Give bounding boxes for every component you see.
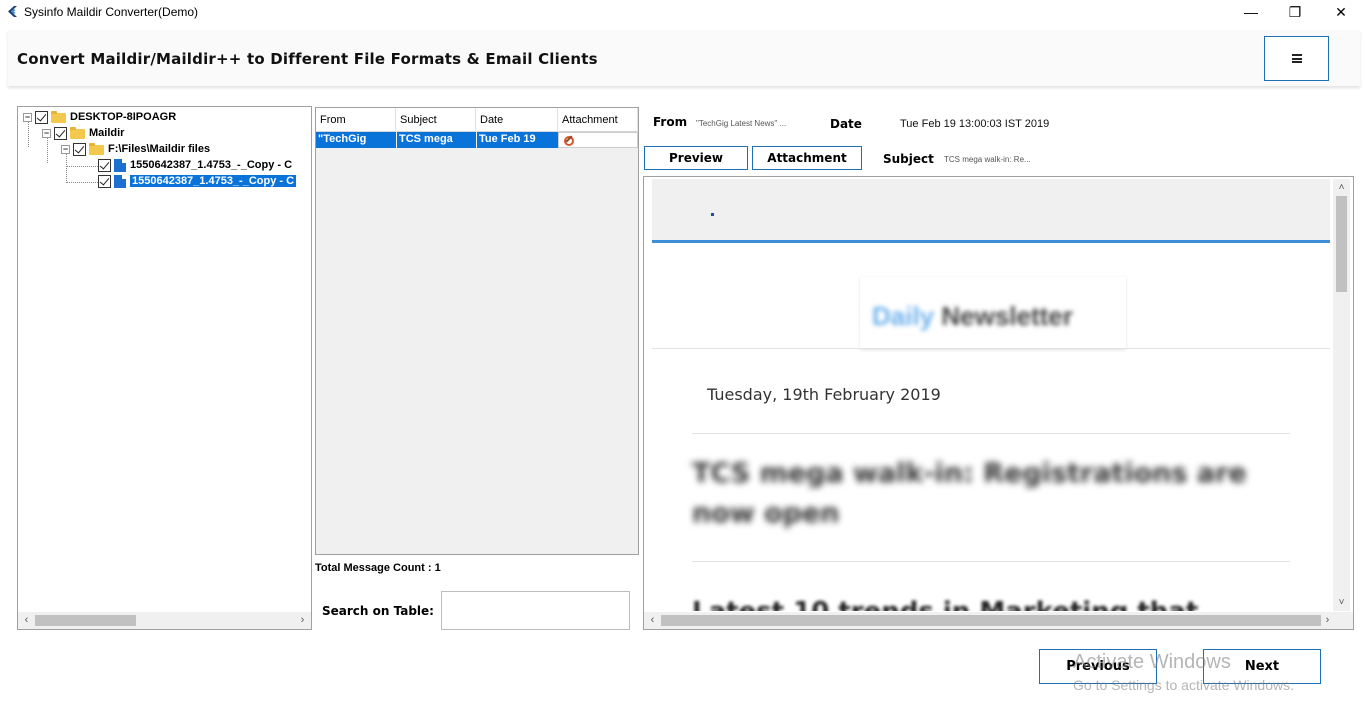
tree-node-maildir[interactable]: − Maildir	[42, 125, 124, 141]
tree-node-label: 1550642387_1.4753_-_Copy - C	[130, 159, 293, 171]
tree-node-label: Maildir	[89, 127, 125, 139]
header-band: Convert Maildir/Maildir++ to Different F…	[8, 30, 1360, 86]
search-input[interactable]	[441, 591, 630, 630]
preview-vertical-scrollbar[interactable]: ˄ ˅	[1333, 179, 1350, 611]
newsletter-headline[interactable]: TCS mega walk-in: Registrations are now …	[692, 454, 1272, 534]
minimize-button[interactable]: —	[1228, 0, 1274, 24]
tab-preview[interactable]: Preview	[644, 146, 748, 170]
table-row[interactable]: "TechGig TCS mega Tue Feb 19	[316, 132, 638, 148]
tree-checkbox[interactable]	[98, 174, 111, 188]
cell-attachment	[558, 132, 638, 148]
window-title: Sysinfo Maildir Converter(Demo)	[24, 5, 199, 19]
divider	[692, 561, 1290, 562]
tree-checkbox[interactable]	[35, 110, 48, 124]
column-header-from[interactable]: From	[316, 108, 396, 132]
close-button[interactable]: ✕	[1318, 0, 1364, 24]
date-value: Tue Feb 19 13:00:03 IST 2019	[900, 118, 1050, 130]
tree-checkbox[interactable]	[73, 142, 86, 156]
scroll-down-icon[interactable]: ˅	[1333, 594, 1350, 611]
tree-node-label: DESKTOP-8IPOAGR	[70, 111, 177, 123]
tree-checkbox[interactable]	[98, 158, 111, 172]
collapse-icon[interactable]: −	[42, 128, 51, 138]
scroll-thumb[interactable]	[1336, 196, 1347, 292]
tree-node-computer[interactable]: − DESKTOP-8IPOAGR	[23, 109, 176, 125]
folder-icon	[70, 127, 86, 139]
maximize-button[interactable]: ❐	[1272, 0, 1318, 24]
folder-tree[interactable]: − DESKTOP-8IPOAGR − Maildir − F:\Files\M…	[17, 106, 312, 630]
subject-label: Subject	[883, 152, 934, 166]
tree-checkbox[interactable]	[54, 126, 67, 140]
email-body: Daily Newsletter Tuesday, 19th February …	[652, 179, 1330, 611]
tree-node-mail-file[interactable]: 1550642387_1.4753_-_Copy - C	[98, 157, 292, 173]
cell-subject: TCS mega	[397, 132, 476, 148]
cell-date: Tue Feb 19	[477, 132, 558, 148]
page-title: Convert Maildir/Maildir++ to Different F…	[17, 50, 598, 68]
date-label: Date	[830, 117, 862, 131]
message-list-header: From Subject Date Attachment	[316, 108, 638, 132]
mail-file-icon	[114, 158, 126, 172]
scroll-thumb[interactable]	[35, 615, 136, 626]
attachment-icon	[564, 136, 574, 146]
scroll-right-icon[interactable]: ›	[1319, 612, 1336, 629]
menu-button[interactable]	[1264, 36, 1329, 81]
newsletter-logo: Daily Newsletter	[872, 301, 1073, 332]
tree-guide	[66, 166, 98, 167]
preview-horizontal-scrollbar[interactable]: ‹ ›	[644, 612, 1353, 629]
title-bar: Sysinfo Maildir Converter(Demo) — ❐ ✕	[0, 0, 1366, 24]
newsletter-article-title[interactable]: Latest 10 trends in Marketing that	[692, 597, 1198, 611]
column-header-subject[interactable]: Subject	[396, 108, 476, 132]
tree-guide	[66, 153, 67, 183]
tree-node-label: F:\Files\Maildir files	[108, 143, 211, 155]
from-value: "TechGig Latest News" ...	[696, 119, 787, 128]
search-label: Search on Table:	[322, 604, 434, 618]
tree-node-maildir-files[interactable]: − F:\Files\Maildir files	[61, 141, 210, 157]
from-label: From	[653, 115, 688, 129]
scroll-left-icon[interactable]: ‹	[18, 612, 35, 629]
divider	[652, 348, 1330, 349]
tree-node-mail-file-selected[interactable]: 1550642387_1.4753_-_Copy - C	[98, 173, 297, 189]
tab-attachment[interactable]: Attachment	[752, 146, 862, 170]
newsletter-top-band	[652, 179, 1330, 243]
column-header-date[interactable]: Date	[476, 108, 558, 132]
scroll-left-icon[interactable]: ‹	[644, 612, 661, 629]
email-preview-pane[interactable]: Daily Newsletter Tuesday, 19th February …	[643, 176, 1354, 630]
folder-icon	[89, 143, 105, 155]
collapse-icon[interactable]: −	[23, 112, 32, 122]
app-logo-icon	[8, 6, 17, 17]
computer-folder-icon	[51, 111, 67, 123]
activate-windows-hint: Go to Settings to activate Windows.	[1073, 677, 1294, 693]
newsletter-date: Tuesday, 19th February 2019	[707, 385, 941, 404]
hamburger-icon	[1291, 54, 1302, 63]
scroll-right-icon[interactable]: ›	[294, 612, 311, 629]
scroll-thumb[interactable]	[661, 615, 1321, 626]
subject-value: TCS mega walk-in: Re...	[944, 155, 1031, 164]
divider	[692, 433, 1290, 434]
newsletter-logo-dot	[711, 213, 714, 216]
message-list[interactable]: From Subject Date Attachment "TechGig TC…	[315, 107, 639, 555]
cell-from: "TechGig	[316, 132, 396, 148]
logo-daily-text: Daily	[872, 301, 935, 331]
tree-node-label: 1550642387_1.4753_-_Copy - C	[130, 175, 297, 187]
app-window: Sysinfo Maildir Converter(Demo) — ❐ ✕ Co…	[0, 0, 1366, 728]
tree-guide	[66, 182, 98, 183]
column-header-attachment[interactable]: Attachment	[558, 108, 638, 132]
scroll-up-icon[interactable]: ˄	[1333, 179, 1350, 196]
total-message-count: Total Message Count : 1	[315, 562, 441, 574]
activate-windows-watermark: Activate Windows	[1073, 651, 1231, 673]
tree-horizontal-scrollbar[interactable]: ‹ ›	[18, 612, 311, 629]
collapse-icon[interactable]: −	[61, 144, 70, 154]
logo-newsletter-text: Newsletter	[941, 301, 1073, 331]
mail-file-icon	[114, 174, 126, 188]
